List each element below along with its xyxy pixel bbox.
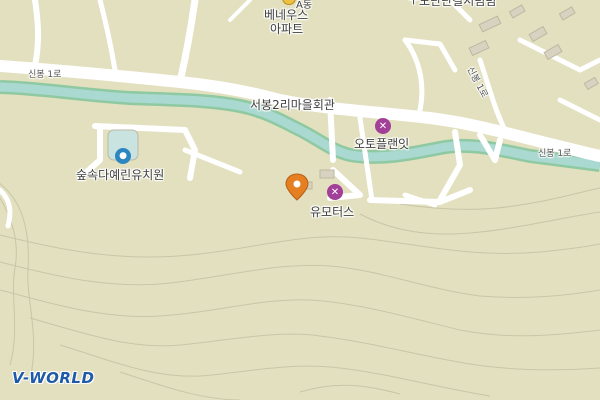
wrench-screwdriver-icon[interactable]: ✕ [327, 184, 343, 200]
duck-icon[interactable]: ● [115, 148, 131, 164]
road-label-left: 신봉 1로 [28, 70, 62, 80]
top-right-partial-label: ㅜ노단단길시텀텀 [408, 0, 497, 8]
apartment-sub-label: 아파트 [270, 22, 304, 36]
map-canvas[interactable]: A동 베네우스 아파트 ㅜ노단단길시텀텀 신봉 1로 신봉 1로 신봉 1로 서… [0, 0, 600, 400]
vworld-logo-text: V-WORLD [12, 369, 95, 387]
u-motors-label[interactable]: 유모터스 [310, 203, 354, 220]
map-base-layer [0, 0, 600, 400]
vworld-logo: V-WORLD [12, 369, 95, 387]
kindergarten-label[interactable]: 숲속다예린유치원 [76, 166, 164, 183]
village-hall-label[interactable]: 서봉2리마을회관 [250, 96, 335, 113]
wrench-screwdriver-icon[interactable]: ✕ [375, 118, 391, 134]
road-label-right: 신봉 1로 [538, 149, 572, 159]
auto-plant-label[interactable]: 오토플랜잇 [354, 135, 409, 152]
